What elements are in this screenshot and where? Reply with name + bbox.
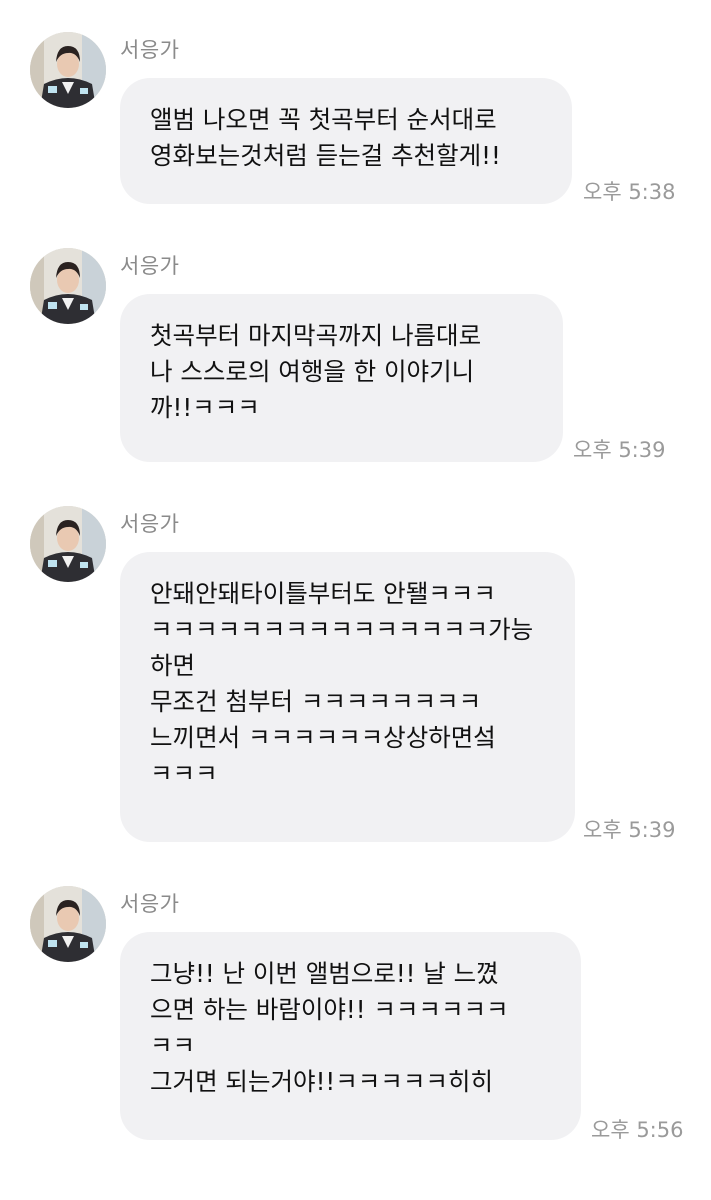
timestamp: 오후 5:39	[583, 818, 676, 842]
message-bubble[interactable]: 첫곡부터 마지막곡까지 나름대로 나 스스로의 여행을 한 이야기니 까!!ㅋㅋ…	[120, 294, 563, 462]
sender-name: 서응가	[120, 512, 180, 536]
message-bubble[interactable]: 앨범 나오면 꼭 첫곡부터 순서대로 영화보는것처럼 듣는걸 추천할게!!	[120, 78, 572, 204]
avatar-image	[30, 248, 106, 324]
message-bubble[interactable]: 안돼안돼타이틀부터도 안됄ㅋㅋㅋ ㅋㅋㅋㅋㅋㅋㅋㅋㅋㅋㅋㅋㅋㅋㅋ가능 하면 무조…	[120, 552, 575, 842]
sender-name: 서응가	[120, 892, 180, 916]
sender-name: 서응가	[120, 254, 180, 278]
avatar-image	[30, 886, 106, 962]
message-bubble[interactable]: 그냥!! 난 이번 앨범으로!! 날 느꼈 으면 하는 바람이야!! ㅋㅋㅋㅋㅋ…	[120, 932, 581, 1140]
profile-photo-icon[interactable]	[30, 32, 106, 108]
profile-photo-icon[interactable]	[30, 506, 106, 582]
profile-photo-icon[interactable]	[30, 886, 106, 962]
timestamp: 오후 5:39	[573, 438, 666, 462]
avatar-image	[30, 506, 106, 582]
timestamp: 오후 5:56	[591, 1118, 684, 1142]
avatar-image	[30, 32, 106, 108]
timestamp: 오후 5:38	[583, 180, 676, 204]
sender-name: 서응가	[120, 38, 180, 62]
profile-photo-icon[interactable]	[30, 248, 106, 324]
